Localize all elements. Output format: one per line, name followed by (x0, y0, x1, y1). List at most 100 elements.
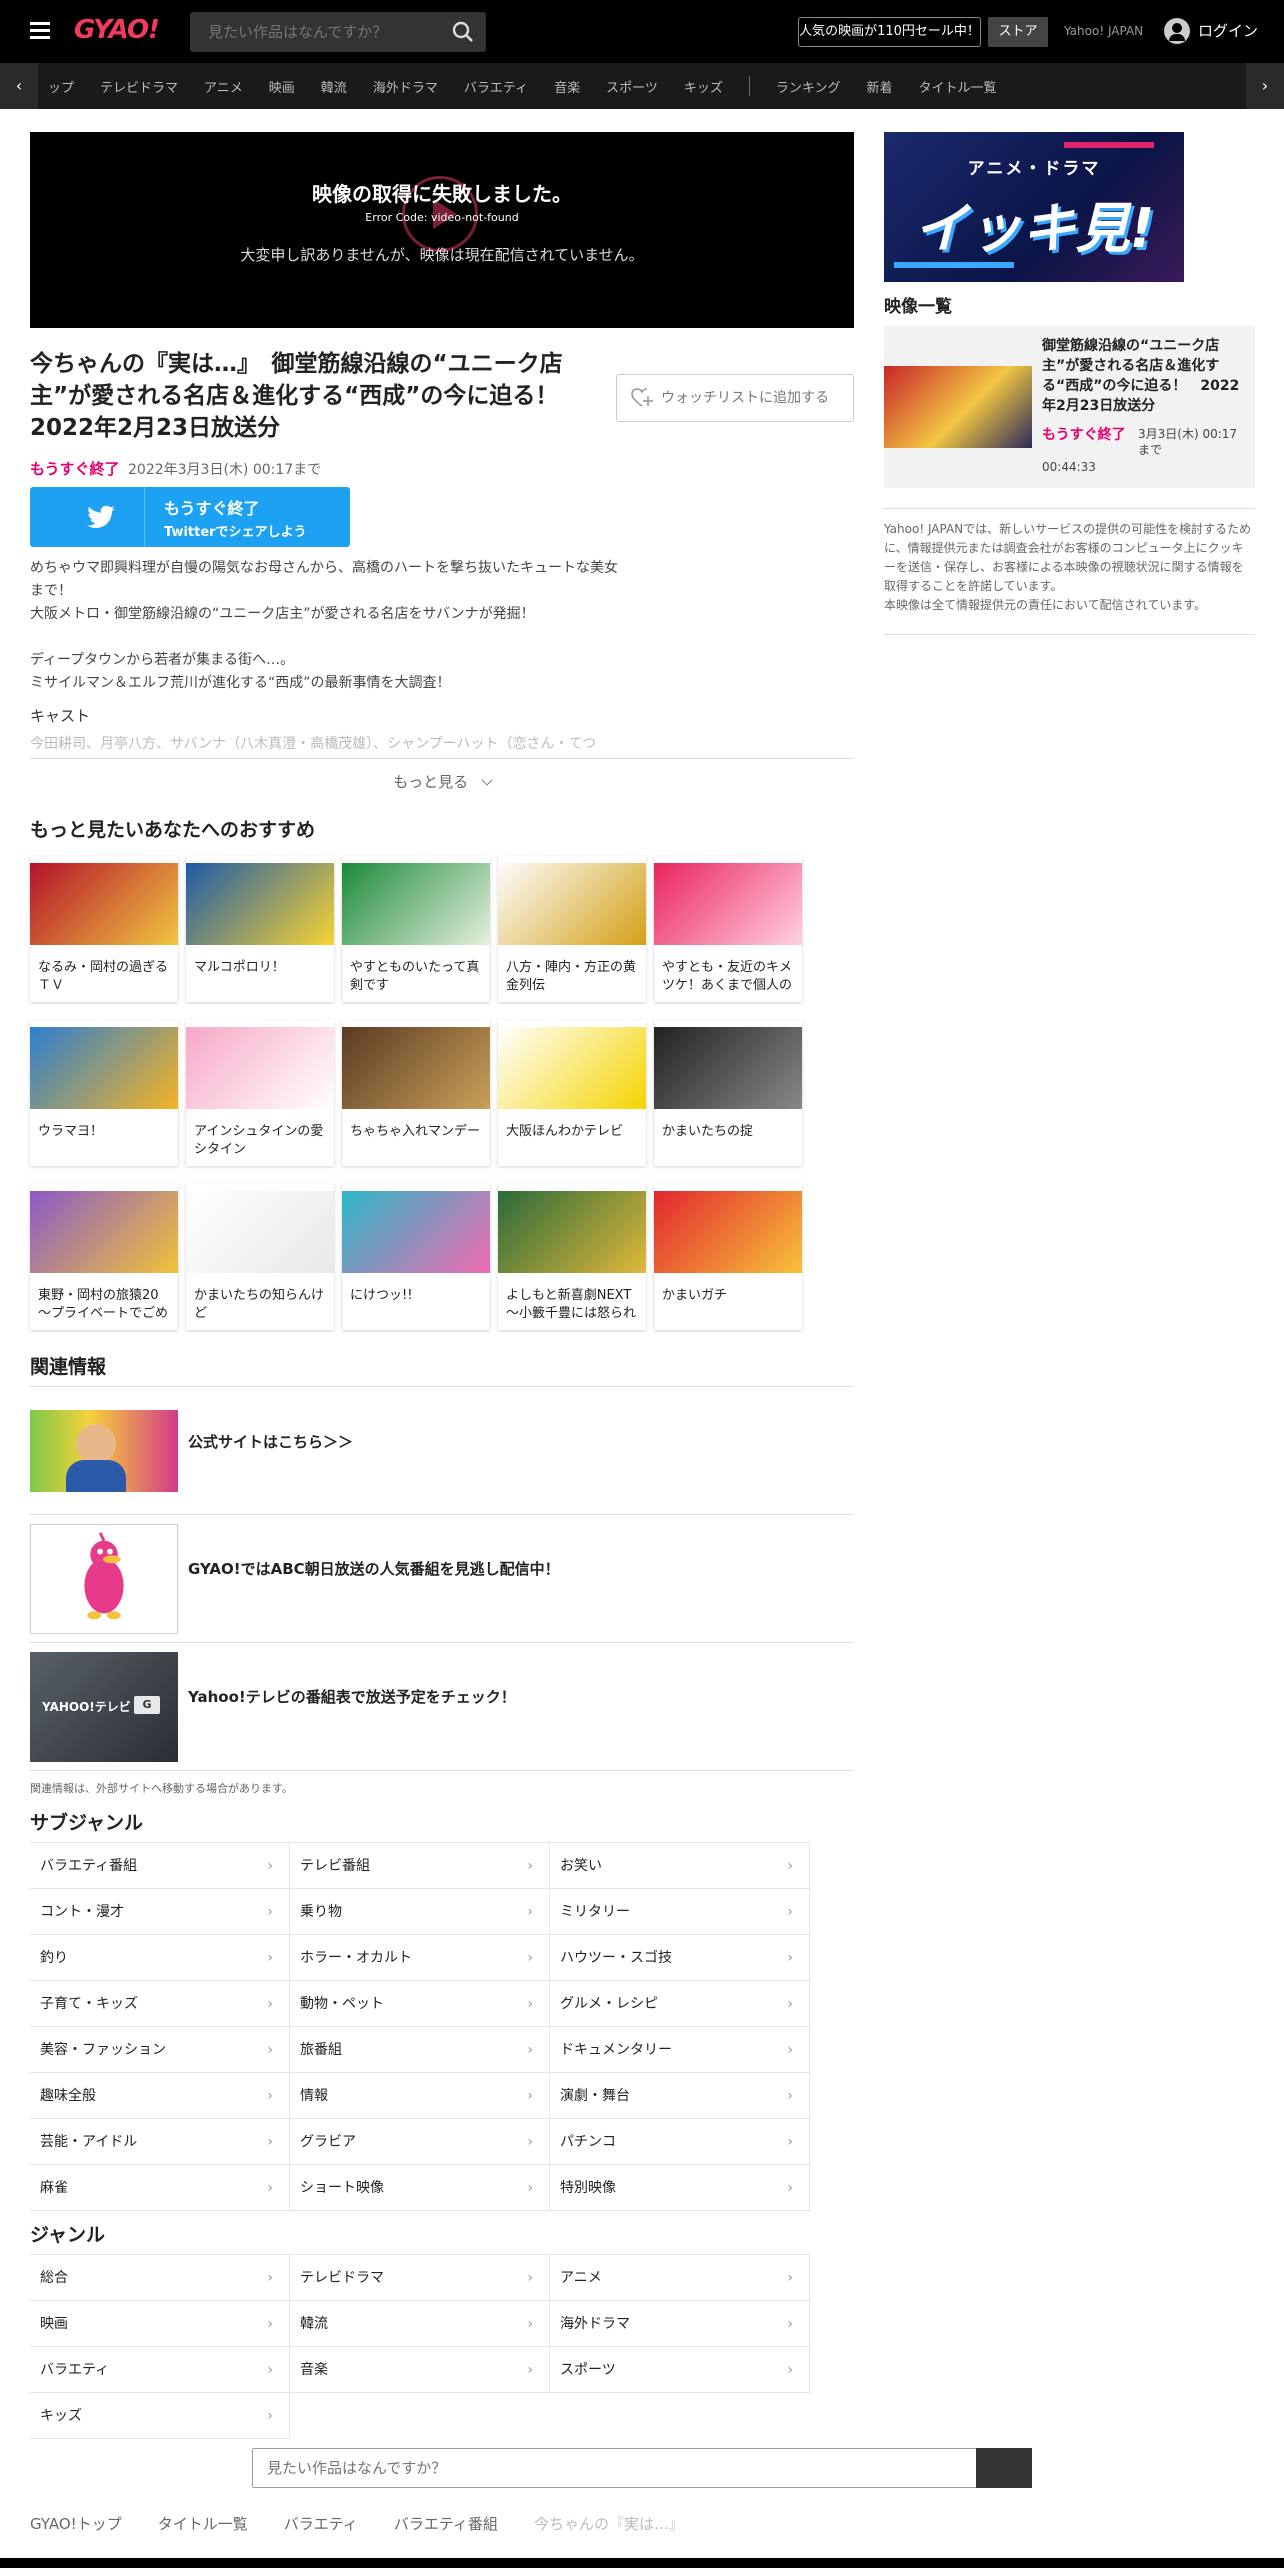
nav-item-foreign-drama[interactable]: 海外ドラマ (373, 77, 438, 96)
nav-item-new[interactable]: 新着 (866, 77, 892, 96)
subgenre-item[interactable]: 芸能・アイドル › (30, 2119, 290, 2165)
subgenre-item[interactable]: 麻雀 › (30, 2165, 290, 2211)
recommend-card[interactable]: 大阪ほんわかテレビ (498, 1020, 646, 1166)
chevron-right-icon: › (267, 2362, 273, 2378)
login-button[interactable]: ログイン (1164, 18, 1258, 44)
recommend-card[interactable]: よしもと新喜劇NEXT～小籔千豊には怒られ (498, 1184, 646, 1330)
banner-title: イッキ見! (913, 197, 1155, 260)
nav-item-korean[interactable]: 韓流 (321, 77, 347, 96)
subgenre-item[interactable]: バラエティ番組 › (30, 1843, 290, 1889)
video-error-code: Error Code: video-not-found (365, 211, 519, 224)
nav-item-top[interactable]: ップ (48, 77, 74, 96)
video-list-item[interactable]: 御堂筋線沿線の“ユニーク店主”が愛される名店＆進化する“西成”の今に迫る！ 20… (884, 326, 1255, 488)
related-thumb-abc[interactable] (30, 1524, 178, 1634)
recommend-card[interactable]: アインシュタインの愛シタイン (186, 1020, 334, 1166)
nav-item-ranking[interactable]: ランキング (776, 77, 841, 96)
subgenre-item[interactable]: 趣味全般 › (30, 2073, 290, 2119)
subgenre-item[interactable]: 特別映像 › (550, 2165, 810, 2211)
genre-item[interactable]: キッズ › (30, 2393, 290, 2439)
twitter-share-button[interactable]: もうすぐ終了 Twitterでシェアしよう (30, 487, 350, 547)
nav-item-anime[interactable]: アニメ (204, 77, 243, 96)
nav-item-drama[interactable]: テレビドラマ (100, 77, 178, 96)
subgenre-item[interactable]: 動物・ペット › (290, 1981, 550, 2027)
subgenre-item[interactable]: コント・漫才 › (30, 1889, 290, 1935)
subgenre-item[interactable]: 旅番組 › (290, 2027, 550, 2073)
related-thumb-official[interactable] (30, 1410, 178, 1492)
video-player[interactable]: 映像の取得に失敗しました。 Error Code: video-not-foun… (30, 132, 854, 328)
genre-item[interactable]: 総合 › (30, 2255, 290, 2301)
recommend-card[interactable]: かまいたちの知らんけど (186, 1184, 334, 1330)
genre-item[interactable]: 映画 › (30, 2301, 290, 2347)
heart-plus-icon (631, 388, 653, 407)
subgenre-item[interactable]: 美容・ファッション › (30, 2027, 290, 2073)
nav-item-kids[interactable]: キッズ (684, 77, 723, 96)
breadcrumb-title-list[interactable]: タイトル一覧 (158, 2513, 248, 2534)
video-list-title: 御堂筋線沿線の“ユニーク店主”が愛される名店＆進化する“西成”の今に迫る！ 20… (1042, 338, 1240, 414)
subgenre-item[interactable]: ショート映像 › (290, 2165, 550, 2211)
nav-item-music[interactable]: 音楽 (554, 77, 580, 96)
recommend-card[interactable]: やすとも・友近のキメツケ！あくまで個人の (654, 856, 802, 1002)
subgenre-item[interactable]: ミリタリー › (550, 1889, 810, 1935)
store-button[interactable]: ストア (988, 17, 1048, 47)
subgenre-item[interactable]: ハウツー・スゴ技 › (550, 1935, 810, 1981)
subgenre-item[interactable]: グルメ・レシピ › (550, 1981, 810, 2027)
recommend-card[interactable]: にけつッ!! (342, 1184, 490, 1330)
subgenre-item-label: テレビ番組 (300, 1858, 370, 1874)
subgenre-item[interactable]: 乗り物 › (290, 1889, 550, 1935)
subgenre-item[interactable]: テレビ番組 › (290, 1843, 550, 1889)
subgenre-item[interactable]: お笑い › (550, 1843, 810, 1889)
subgenre-item[interactable]: ホラー・オカルト › (290, 1935, 550, 1981)
related-link-abc[interactable]: GYAO!ではABC朝日放送の人気番組を見逃し配信中！ (188, 1558, 560, 1579)
genre-item[interactable]: 韓流 › (290, 2301, 550, 2347)
genre-item-label: アニメ (560, 2270, 602, 2286)
gyao-logo[interactable]: GYAO! (74, 15, 160, 45)
recommend-card[interactable]: 東野・岡村の旅猿20～プライベートでごめ (30, 1184, 178, 1330)
cast-names: 今田耕司、月亭八方、サバンナ（八木真澄・高橋茂雄）、シャンプーハット（恋さん・て… (30, 736, 597, 752)
recommend-card[interactable]: ちゃちゃ入れマンデー (342, 1020, 490, 1166)
watchlist-button[interactable]: ウォッチリストに追加する (616, 374, 854, 422)
menu-icon[interactable] (30, 22, 50, 40)
subgenre-item[interactable]: 情報 › (290, 2073, 550, 2119)
related-link-official[interactable]: 公式サイトはこちら＞＞ (188, 1431, 353, 1452)
yahoo-japan-link[interactable]: Yahoo! JAPAN (1064, 24, 1143, 38)
search-input[interactable] (190, 12, 440, 52)
recommend-card[interactable]: やすとものいたって真剣です (342, 856, 490, 1002)
nav-prev-arrow[interactable]: ‹ (0, 63, 38, 109)
breadcrumb-variety-program[interactable]: バラエティ番組 (394, 2513, 498, 2534)
recommend-card[interactable]: かまいガチ (654, 1184, 802, 1330)
subgenre-item[interactable]: 釣り › (30, 1935, 290, 1981)
search-icon[interactable] (452, 21, 474, 43)
nav-item-sports[interactable]: スポーツ (606, 77, 658, 96)
breadcrumb-variety[interactable]: バラエティ (284, 2513, 358, 2534)
genre-item[interactable]: 海外ドラマ › (550, 2301, 810, 2347)
sale-link[interactable]: 人気の映画が110円セール中！ (798, 17, 981, 47)
nav-next-arrow[interactable]: › (1246, 63, 1284, 109)
subgenre-item[interactable]: 子育て・キッズ › (30, 1981, 290, 2027)
recommend-card[interactable]: マルコポロリ！ (186, 856, 334, 1002)
subgenre-item[interactable]: ドキュメンタリー › (550, 2027, 810, 2073)
nav-item-title-list[interactable]: タイトル一覧 (918, 77, 996, 96)
recommend-card[interactable]: かまいたちの掟 (654, 1020, 802, 1166)
subgenre-table: バラエティ番組 › テレビ番組 › お笑い › コント・漫才 › 乗り物 › ミリタリー › 釣り › ホラ… (30, 1842, 810, 2211)
subgenre-item[interactable]: パチンコ › (550, 2119, 810, 2165)
genre-item[interactable]: バラエティ › (30, 2347, 290, 2393)
breadcrumb-top[interactable]: GYAO!トップ (30, 2513, 122, 2534)
related-link-yahoo-tv[interactable]: Yahoo!テレビの番組表で放送予定をチェック！ (188, 1686, 516, 1707)
genre-item[interactable]: スポーツ › (550, 2347, 810, 2393)
related-thumb-yahoo-tv[interactable]: YAHOO!テレビ G (30, 1652, 178, 1762)
recommend-card[interactable]: ウラマヨ！ (30, 1020, 178, 1166)
nav-item-movie[interactable]: 映画 (269, 77, 295, 96)
nav-item-variety[interactable]: バラエティ (464, 77, 528, 96)
genre-item[interactable]: 音楽 › (290, 2347, 550, 2393)
genre-item[interactable]: アニメ › (550, 2255, 810, 2301)
subgenre-item[interactable]: 演劇・舞台 › (550, 2073, 810, 2119)
genre-item[interactable]: テレビドラマ › (290, 2255, 550, 2301)
footer-search-input[interactable] (252, 2448, 978, 2488)
ikkimi-banner[interactable]: アニメ・ドラマ イッキ見! (884, 132, 1184, 282)
desc-line: ミサイルマン＆エルフ荒川が進化する“西成”の最新事情を大調査！ (30, 675, 451, 691)
recommend-card[interactable]: 八方・陣内・方正の黄金列伝 (498, 856, 646, 1002)
footer-search-button[interactable] (976, 2448, 1032, 2488)
recommend-card[interactable]: なるみ・岡村の過ぎるＴＶ (30, 856, 178, 1002)
show-more-button[interactable]: もっと見る (0, 771, 884, 792)
subgenre-item[interactable]: グラビア › (290, 2119, 550, 2165)
